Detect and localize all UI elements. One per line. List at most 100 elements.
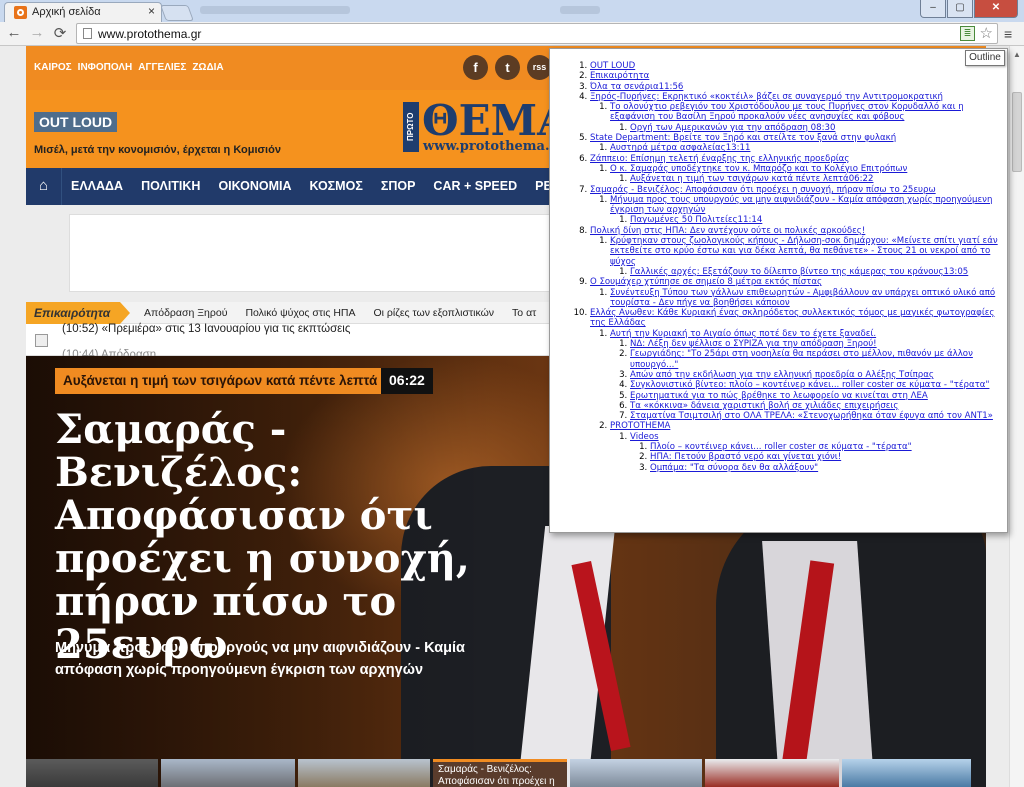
- background-window-blur: [560, 6, 600, 14]
- facebook-icon[interactable]: f: [463, 55, 488, 80]
- document-icon: [35, 334, 48, 347]
- outline-item: Το ολονύχτιο ρεβεγιόν του Χριστόδουλου μ…: [610, 102, 1007, 133]
- breaking-item[interactable]: Οι ρίζες των εξοπλιστικών: [374, 307, 495, 319]
- outline-link[interactable]: ΗΠΑ: Πετούν βραστό νερό και γίνεται χιόν…: [650, 452, 841, 462]
- outline-item: Γαλλικές αρχές: Εξετάζουν το δίλεπτο βίν…: [630, 267, 1007, 277]
- outline-link[interactable]: Ο κ. Σαμαράς υποδέχτηκε τον κ. Μπαρόζο κ…: [610, 164, 907, 174]
- outline-link[interactable]: Μήνυμα προς τους υπουργούς να μην αιφνιδ…: [610, 195, 992, 215]
- ticker-item[interactable]: (10:52) «Πρεμιέρα» στις 13 Ιανουαρίου γι…: [62, 323, 350, 335]
- thumbnail[interactable]: [705, 759, 839, 787]
- outline-link[interactable]: Παγωμένες 50 Πολιτείες11:14: [630, 215, 762, 225]
- outline-list: Πλοίο – κοντέινερ κάνει... roller coster…: [630, 442, 1007, 473]
- outline-link[interactable]: Συνέντευξη Τύπου των γάλλων επιθεωρητών …: [610, 288, 995, 308]
- thumbnail[interactable]: [298, 759, 430, 787]
- outline-item: Ερωτηματικά για το πώς βρέθηκε το λεωφορ…: [630, 391, 1007, 401]
- outline-link[interactable]: OUT LOUD: [590, 61, 635, 71]
- thumbnail[interactable]: [161, 759, 295, 787]
- outline-link[interactable]: PROTOTHEMA: [610, 421, 670, 431]
- nav-item-oikonomia[interactable]: ΟΙΚΟΝΟΜΙΑ: [209, 168, 300, 205]
- outline-link[interactable]: Ομπάμα: "Τα σύνορα δεν θα αλλάξουν": [650, 463, 818, 473]
- new-tab-button[interactable]: [160, 5, 194, 21]
- thumbnail[interactable]: [570, 759, 702, 787]
- outline-link[interactable]: ΝΔ: Λέξη δεν ψέλλισε ο ΣΥΡΙΖΑ για την απ…: [630, 339, 877, 349]
- tab-close-icon[interactable]: ×: [148, 4, 155, 18]
- hero-kicker[interactable]: Αυξάνεται η τιμή των τσιγάρων κατά πέντε…: [55, 368, 386, 394]
- outline-link[interactable]: Επικαιρότητα: [590, 71, 649, 81]
- reload-button[interactable]: ⟳: [50, 24, 70, 42]
- outline-item: Ο κ. Σαμαράς υποδέχτηκε τον κ. Μπαρόζο κ…: [610, 164, 1007, 185]
- scroll-up-icon[interactable]: ▲: [1013, 50, 1021, 59]
- maximize-button[interactable]: ▢: [947, 0, 973, 18]
- outline-link[interactable]: Συγκλονιστικό βίντεο: πλοίο – κοντέινερ …: [630, 380, 989, 390]
- nav-item-politiki[interactable]: ΠΟΛΙΤΙΚΗ: [132, 168, 209, 205]
- outline-extension-icon[interactable]: ≣: [960, 26, 975, 41]
- outline-link[interactable]: Κρύφτηκαν στους ζωολογικούς κήπους - Δήλ…: [610, 236, 998, 267]
- window-controls: – ▢ ✕: [920, 0, 1018, 18]
- outline-link[interactable]: Αυξάνεται η τιμή των τσιγάρων κατά πέντε…: [630, 174, 873, 184]
- outline-item: Ζάππειο: Επίσημη τελετή έναρξης της ελλη…: [590, 154, 1007, 185]
- outline-link[interactable]: Γεωργιάδης: "Το 25άρι στη νοσηλεία θα πε…: [630, 349, 973, 369]
- outline-item: OUT LOUD: [590, 61, 1007, 71]
- breaking-item[interactable]: Το ατ: [512, 307, 536, 319]
- nav-item-kosmos[interactable]: ΚΟΣΜΟΣ: [301, 168, 372, 205]
- outloud-headline[interactable]: Μισέλ, μετά την κονομισιόν, έρχεται η Κο…: [34, 144, 281, 156]
- outline-link[interactable]: Πλοίο – κοντέινερ κάνει... roller coster…: [650, 442, 912, 452]
- outloud-badge[interactable]: OUT LOUD: [34, 112, 118, 132]
- outline-link[interactable]: Το ολονύχτιο ρεβεγιόν του Χριστόδουλου μ…: [610, 102, 964, 122]
- outline-link[interactable]: Σαμαράς - Βενιζέλος: Αποφάσισαν ότι προέ…: [590, 185, 936, 195]
- outline-list: Γαλλικές αρχές: Εξετάζουν το δίλεπτο βίν…: [610, 267, 1007, 277]
- outline-link[interactable]: Όλα τα σενάρια11:56: [590, 82, 683, 92]
- nav-item-spor[interactable]: ΣΠΟΡ: [372, 168, 425, 205]
- outline-link[interactable]: Απών από την εκδήλωση για την ελληνική π…: [630, 370, 934, 380]
- home-icon[interactable]: ⌂: [26, 168, 62, 205]
- outline-link[interactable]: Ζάππειο: Επίσημη τελετή έναρξης της ελλη…: [590, 154, 849, 164]
- top-link-infopoli[interactable]: ΙΝΦΟΠΟΛΗ: [78, 62, 133, 73]
- thumbnail-active[interactable]: Σαμαράς - Βενιζέλος: Αποφάσισαν ότι προέ…: [433, 759, 567, 787]
- top-link-kairos[interactable]: ΚΑΙΡΟΣ: [34, 62, 72, 73]
- outline-list: Μήνυμα προς τους υπουργούς να μην αιφνιδ…: [590, 195, 1007, 226]
- hero-headline[interactable]: Σαμαράς - Βενιζέλος: Αποφάσισαν ότι προέ…: [55, 408, 515, 666]
- tab-active[interactable]: Αρχική σελίδα ×: [4, 2, 162, 22]
- minimize-button[interactable]: –: [920, 0, 946, 18]
- close-window-button[interactable]: ✕: [974, 0, 1018, 18]
- url-text[interactable]: www.protothema.gr: [98, 27, 201, 41]
- bookmark-star-icon[interactable]: ☆: [980, 24, 993, 42]
- outline-list: OUT LOUDΕπικαιρότηταΌλα τα σενάρια11:56Ξ…: [550, 49, 1007, 473]
- outline-item: Πολική δίνη στις ΗΠΑ: Δεν αντέχουν ούτε …: [590, 226, 1007, 277]
- outline-link[interactable]: Αυστηρά μέτρα ασφαλείας13:11: [610, 143, 750, 153]
- page-scrollbar[interactable]: ▲: [1009, 46, 1024, 787]
- outline-link[interactable]: State Department: Βρείτε τον Ξηρό και στ…: [590, 133, 896, 143]
- thumbnail[interactable]: [842, 759, 971, 787]
- nav-item-ellada[interactable]: ΕΛΛΑΔΑ: [62, 168, 132, 205]
- twitter-icon[interactable]: t: [495, 55, 520, 80]
- thumbnail[interactable]: [26, 759, 158, 787]
- forward-button[interactable]: →: [27, 24, 47, 41]
- nav-item-car-speed[interactable]: CAR + SPEED: [424, 168, 526, 205]
- outline-link[interactable]: Ελλάς Ανωθεν: Κάθε Κυριακή ένας σκληρόδε…: [590, 308, 994, 328]
- breaking-item[interactable]: Πολικό ψύχος στις ΗΠΑ: [245, 307, 355, 319]
- hero-subheadline[interactable]: Μήνυμα προς τους υπουργούς να μην αιφνιδ…: [55, 637, 515, 681]
- chrome-menu-icon[interactable]: ≡: [1004, 26, 1012, 42]
- outline-item: Ομπάμα: "Τα σύνορα δεν θα αλλάξουν": [650, 463, 1007, 473]
- outline-link[interactable]: Τα «κόκκινα» δάνεια χαριστική βολή σε χι…: [630, 401, 898, 411]
- breaking-item[interactable]: Απόδραση Ξηρού: [144, 307, 227, 319]
- browser-toolbar: ← → ⟳ www.protothema.gr ≣ ☆ ≡: [0, 22, 1024, 46]
- outline-item: Ο Σουμάχερ χτύπησε σε σημείο 8 μέτρα εκτ…: [590, 277, 1007, 308]
- outline-link[interactable]: Αυτή την Κυριακή το Αιγαίο όπως ποτέ δεν…: [610, 329, 876, 339]
- back-button[interactable]: ←: [4, 24, 24, 41]
- outline-link[interactable]: Videos: [630, 432, 659, 442]
- top-link-aggelies[interactable]: ΑΓΓΕΛΙΕΣ: [138, 62, 186, 73]
- outline-link[interactable]: Σταματίνα Τσιμτσιλή στο ΟΛΑ ΤΡΕΛΑ: «Στεν…: [630, 411, 993, 421]
- page-icon: [83, 28, 92, 39]
- outline-link[interactable]: Ερωτηματικά για το πώς βρέθηκε το λεωφορ…: [630, 391, 928, 401]
- scrollbar-thumb[interactable]: [1012, 92, 1022, 172]
- address-bar[interactable]: www.protothema.gr ≣ ☆: [76, 23, 998, 44]
- top-link-zodia[interactable]: ΖΩΔΙΑ: [192, 62, 223, 73]
- outline-link[interactable]: Γαλλικές αρχές: Εξετάζουν το δίλεπτο βίν…: [630, 267, 968, 277]
- outline-link[interactable]: Πολική δίνη στις ΗΠΑ: Δεν αντέχουν ούτε …: [590, 226, 865, 236]
- outline-item: Αυστηρά μέτρα ασφαλείας13:11: [610, 143, 1007, 153]
- outline-link[interactable]: Οργή των Αμερικανών για την απόδραση 08:…: [630, 123, 835, 133]
- outline-link[interactable]: Ο Σουμάχερ χτύπησε σε σημείο 8 μέτρα εκτ…: [590, 277, 822, 287]
- site-logo[interactable]: ΠΡΩΤΟ ΘΕΜΑ www.protothema.gr: [403, 96, 573, 157]
- outline-link[interactable]: Ξηρός-Πυρήνες: Εκρηκτικό «κοκτέιλ» βάζει…: [590, 92, 943, 102]
